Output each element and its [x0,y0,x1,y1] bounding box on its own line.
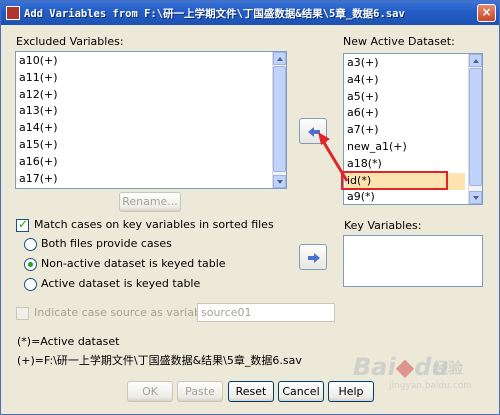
excluded-list-item[interactable]: a16(+) [19,154,283,171]
excluded-variables-list[interactable]: a10(+) a11(+) a12(+) a13(+) a14(+) a15(+) a16(… [15,51,287,189]
excluded-list-item[interactable]: a11(+) [19,70,283,87]
rename-button[interactable]: Rename... [119,192,181,212]
scroll-down-icon[interactable] [469,191,482,204]
active-list-item[interactable]: a9(*) [347,189,479,204]
radio-active-keyed-label: Active dataset is keyed table [41,277,201,290]
source-variable-input[interactable]: source01 [197,303,335,322]
watermark-sub: 经验 [433,359,464,377]
scroll-up-icon[interactable] [273,52,286,65]
indicate-source-checkbox[interactable] [16,307,29,320]
excluded-list-item[interactable]: a13(+) [19,103,283,120]
excluded-list-item[interactable]: a14(+) [19,120,283,137]
excluded-scrollbar[interactable] [272,52,286,188]
ok-button[interactable]: OK [127,381,173,402]
title-bar: Add Variables from F:\研一上学期文件\丁国盛数据&结果\5… [1,1,499,25]
legend-source-file: (+)=F:\研一上学期文件\丁国盛数据&结果\5章_数据6.sav [17,354,302,367]
match-cases-label: Match cases on key variables in sorted f… [34,218,274,231]
app-icon [6,6,20,20]
scroll-thumb[interactable] [469,68,482,186]
arrow-right-icon [308,253,320,263]
radio-non-active-keyed[interactable] [24,258,37,271]
excluded-list-item[interactable]: a17(+) [19,171,283,188]
key-variables-label: Key Variables: [344,219,422,232]
window-title: Add Variables from F:\研一上学期文件\丁国盛数据&结果\5… [24,7,405,20]
watermark-url: jingyan.baidu.com [389,381,473,391]
excluded-list-item[interactable]: a10(+) [19,53,283,70]
add-variables-dialog: Add Variables from F:\研一上学期文件\丁国盛数据&结果\5… [0,0,500,415]
active-list-item[interactable]: a4(+) [347,72,479,89]
active-list-item[interactable]: new_a1(+) [347,139,479,156]
active-scrollbar[interactable] [468,54,482,204]
key-variables-list[interactable] [343,235,483,287]
help-button[interactable]: Help [328,381,374,402]
excluded-list-item[interactable]: a12(+) [19,87,283,104]
excluded-variables-label: Excluded Variables: [16,35,124,48]
scroll-up-icon[interactable] [469,54,482,67]
new-active-dataset-label: New Active Dataset: [343,35,455,48]
match-cases-checkbox[interactable] [16,217,29,232]
annotation-arrow-icon [318,132,349,182]
close-button[interactable]: × [477,4,496,22]
active-list-item[interactable]: a3(+) [347,55,479,72]
paste-button[interactable]: Paste [177,381,223,402]
cancel-button[interactable]: Cancel [278,381,324,402]
move-to-key-button[interactable] [299,244,327,270]
reset-button[interactable]: Reset [228,381,274,402]
indicate-source-label: Indicate case source as variable: [34,306,215,319]
radio-both-files[interactable] [24,238,37,251]
legend-active-dataset: (*)=Active dataset [17,335,120,348]
scroll-thumb[interactable] [273,66,286,172]
scroll-down-icon[interactable] [273,175,286,188]
active-list-item[interactable]: a7(+) [347,122,479,139]
annotation-highlight-box [341,171,448,190]
radio-both-files-label: Both files provide cases [41,237,172,250]
active-list-item[interactable]: a5(+) [347,89,479,106]
active-list-item[interactable]: a6(+) [347,105,479,122]
radio-non-active-keyed-label: Non-active dataset is keyed table [41,257,226,270]
radio-active-keyed[interactable] [24,278,37,291]
excluded-list-item[interactable]: a15(+) [19,137,283,154]
